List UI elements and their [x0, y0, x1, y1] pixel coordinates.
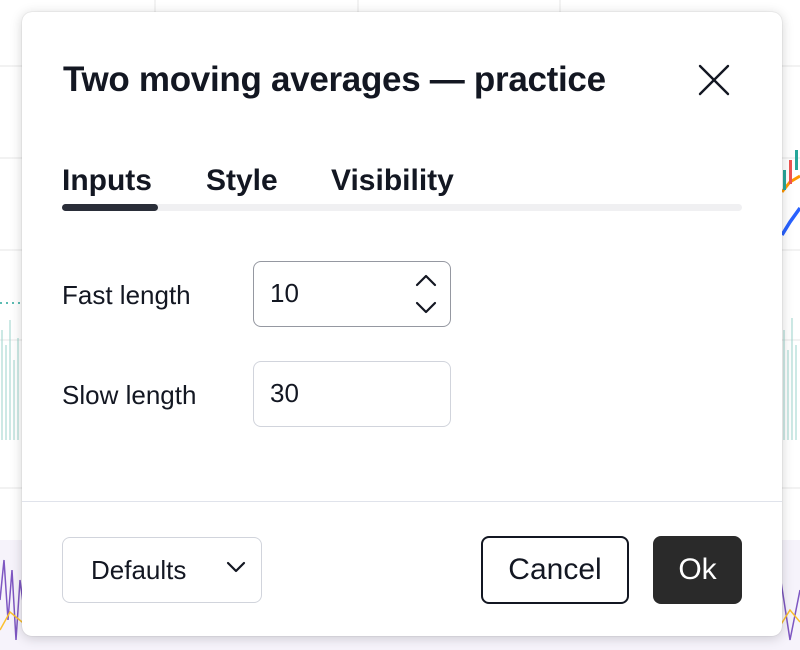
tab-style[interactable]: Style [206, 164, 278, 198]
tab-visibility[interactable]: Visibility [331, 164, 454, 198]
slow-length-field [253, 361, 451, 427]
fast-length-stepper [412, 268, 440, 320]
slow-length-input[interactable] [254, 362, 404, 425]
close-icon [698, 64, 730, 96]
tab-track [62, 204, 742, 211]
close-button[interactable] [690, 60, 738, 100]
tab-inputs[interactable]: Inputs [62, 164, 152, 198]
chevron-down-icon [415, 301, 437, 314]
chevron-down-icon [226, 561, 246, 573]
fast-length-input[interactable] [254, 262, 404, 325]
chevron-up-icon [415, 274, 437, 287]
fast-length-field [253, 261, 451, 327]
defaults-label: Defaults [91, 555, 187, 585]
indicator-settings-dialog: Two moving averages — practice Inputs St… [22, 12, 782, 636]
active-tab-indicator [62, 204, 158, 211]
defaults-dropdown[interactable]: Defaults [62, 537, 262, 603]
increment-button[interactable] [412, 268, 440, 292]
dialog-title: Two moving averages — practice [63, 60, 606, 99]
footer-divider [22, 501, 782, 502]
ok-button[interactable]: Ok [653, 536, 742, 604]
candles [783, 150, 798, 190]
slow-length-label: Slow length [62, 380, 197, 410]
cancel-button[interactable]: Cancel [481, 536, 629, 604]
fast-length-label: Fast length [62, 280, 191, 310]
decrement-button[interactable] [412, 296, 440, 320]
slow-ma-line [780, 206, 800, 236]
